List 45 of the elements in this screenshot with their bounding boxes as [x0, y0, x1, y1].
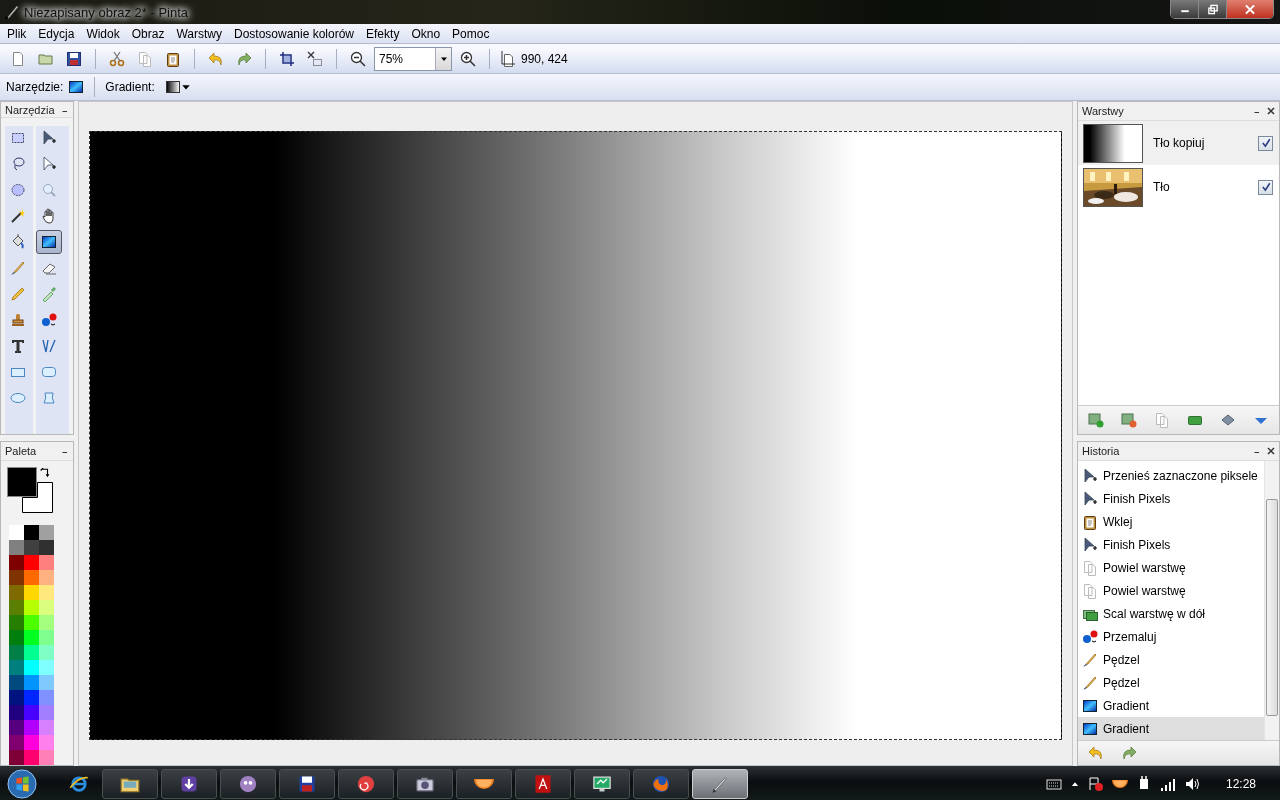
history-item[interactable]: Przenieś zaznaczone piksele	[1078, 464, 1264, 487]
menu-item[interactable]: Pomoc	[446, 26, 496, 41]
menu-item[interactable]: Dostosowanie kolorów	[227, 26, 361, 41]
history-label: Pędzel	[1103, 675, 1140, 690]
panel-title: Warstwy	[1082, 105, 1124, 117]
history-item[interactable]: Wklej	[1078, 510, 1264, 533]
history-label: Gradient	[1103, 721, 1150, 736]
menu-item[interactable]: Efekty	[360, 26, 406, 41]
history-label: Wklej	[1103, 514, 1133, 529]
history-item[interactable]: Gradient	[1078, 717, 1264, 740]
menu-item[interactable]: Warstwy	[170, 26, 228, 41]
history-label: Powiel warstwę	[1103, 560, 1186, 575]
history-item[interactable]: Powiel warstwę	[1078, 556, 1264, 579]
history-item[interactable]: Finish Pixels	[1078, 533, 1264, 556]
clock: 12:28	[1225, 776, 1256, 791]
layer-name: Tło kopiuj	[1153, 136, 1206, 150]
tool-label: Narzędzie:	[6, 80, 64, 94]
history-item[interactable]: Przemaluj	[1078, 625, 1264, 648]
history-item[interactable]: Pędzel	[1078, 671, 1264, 694]
menu-item[interactable]: Plik	[1, 26, 33, 41]
zoom-combo[interactable]: 75%	[374, 46, 452, 71]
menu-item[interactable]: Widok	[80, 26, 126, 41]
history-item[interactable]: Pędzel	[1078, 648, 1264, 671]
cursor-position: 990, 424	[521, 51, 568, 66]
history-item[interactable]: Finish Pixels	[1078, 487, 1264, 510]
history-item[interactable]: Scal warstwę w dół	[1078, 602, 1264, 625]
history-label: Przemaluj	[1103, 629, 1157, 644]
panel-title: Narzędzia	[5, 103, 55, 116]
history-label: Powiel warstwę	[1103, 583, 1186, 598]
history-item[interactable]: Powiel warstwę	[1078, 579, 1264, 602]
history-label: Scal warstwę w dół	[1103, 606, 1206, 621]
layer-row[interactable]: Tło kopiuj	[1078, 121, 1279, 165]
history-label: Pędzel	[1103, 652, 1140, 667]
layer-name: Tło	[1153, 180, 1171, 194]
menu-item[interactable]: Okno	[405, 26, 447, 41]
history-item[interactable]: Gradient	[1078, 694, 1264, 717]
history-label: Przenieś zaznaczone piksele	[1103, 468, 1258, 483]
panel-title: Paleta	[5, 445, 37, 457]
menu-item[interactable]: Edycja	[32, 26, 81, 41]
history-label: Gradient	[1103, 698, 1150, 713]
history-label: Finish Pixels	[1103, 491, 1171, 506]
menu-item[interactable]: Obraz	[125, 26, 171, 41]
panel-title: Historia	[1082, 445, 1120, 457]
history-label: Finish Pixels	[1103, 537, 1171, 552]
gradient-label: Gradient:	[105, 80, 155, 94]
